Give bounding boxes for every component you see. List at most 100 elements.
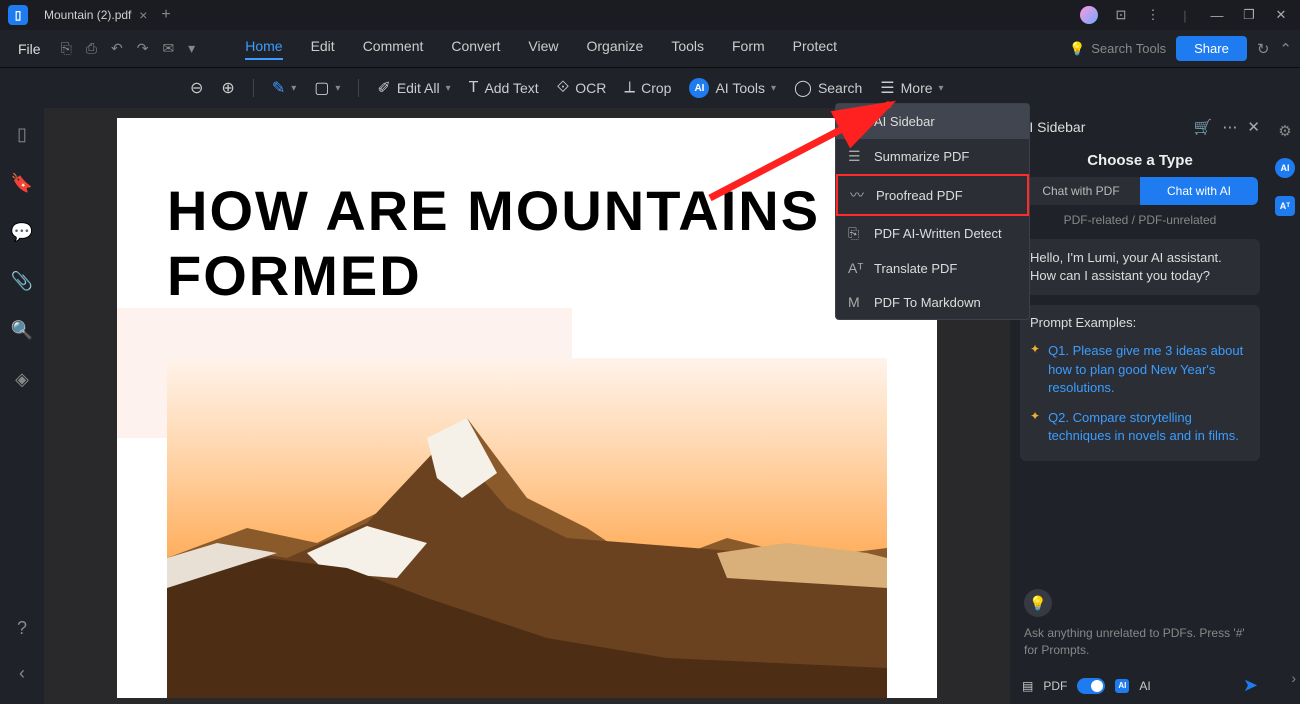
markdown-icon: M: [848, 294, 864, 310]
page-heading: HOW ARE MOUNTAINS FORMED: [167, 178, 887, 308]
tab-title: Mountain (2).pdf: [44, 8, 131, 22]
chat-type-tabs: Chat with PDF Chat with AI: [1022, 177, 1258, 205]
close-panel-icon[interactable]: ✕: [1247, 118, 1260, 136]
menu-form[interactable]: Form: [732, 38, 765, 60]
menu-view[interactable]: View: [528, 38, 558, 60]
app-icon: ▯: [8, 5, 28, 25]
ai-tools-dropdown: ✓AI Sidebar ☰Summarize PDF 〰Proofread PD…: [835, 103, 1030, 320]
pdf-toggle[interactable]: [1077, 678, 1105, 694]
detect-icon: ⎘: [848, 225, 864, 242]
related-hint: PDF-related / PDF-unrelated: [1010, 205, 1270, 235]
dropdown-qa-icon[interactable]: ▾: [188, 40, 195, 57]
collapse-left-icon[interactable]: ‹: [19, 663, 25, 684]
choose-type-label: Choose a Type: [1010, 142, 1270, 177]
print-icon[interactable]: ⎙: [86, 40, 97, 57]
close-window-button[interactable]: ✕: [1272, 7, 1290, 23]
menu-comment[interactable]: Comment: [363, 38, 424, 60]
prompt-link-2[interactable]: Q2. Compare storytelling techniques in n…: [1048, 409, 1250, 445]
edit-all-button[interactable]: ✐Edit All▾: [377, 78, 450, 98]
prompt-link-1[interactable]: Q1. Please give me 3 ideas about how to …: [1048, 342, 1250, 397]
sliders-icon[interactable]: ⚙: [1278, 122, 1291, 140]
pdf-indicator-icon: ▤: [1022, 679, 1033, 693]
dd-markdown[interactable]: MPDF To Markdown: [836, 285, 1029, 319]
menu-home[interactable]: Home: [245, 38, 282, 60]
attachment-icon[interactable]: 📎: [11, 271, 33, 292]
redo-icon[interactable]: ↷: [137, 40, 149, 57]
crop-button[interactable]: ⟂Crop: [624, 79, 671, 97]
menu-organize[interactable]: Organize: [587, 38, 644, 60]
summarize-icon: ☰: [848, 148, 864, 165]
help-icon[interactable]: ?: [17, 618, 27, 639]
share-button[interactable]: Share: [1176, 36, 1247, 61]
menu-protect[interactable]: Protect: [793, 38, 837, 60]
kebab-icon[interactable]: ⋮: [1144, 7, 1162, 23]
menu-tools[interactable]: Tools: [671, 38, 704, 60]
main-menu: Home Edit Comment Convert View Organize …: [245, 38, 837, 60]
message-icon[interactable]: ⊡: [1112, 7, 1130, 23]
sparkle-icon: ✦: [1030, 409, 1040, 445]
check-icon: ✓: [848, 113, 864, 130]
mail-icon[interactable]: ✉: [162, 40, 174, 57]
thumbnail-icon[interactable]: ▯: [17, 124, 27, 145]
layers-icon[interactable]: ◈: [15, 369, 29, 390]
assistant-message: Hello, I'm Lumi, your AI assistant. How …: [1020, 239, 1260, 295]
minimize-button[interactable]: —: [1208, 8, 1226, 23]
ai-tools-button[interactable]: AIAI Tools▾: [689, 78, 776, 98]
menu-edit[interactable]: Edit: [311, 38, 335, 60]
menubar: File ⎘ ⎙ ↶ ↷ ✉ ▾ Home Edit Comment Conve…: [0, 30, 1300, 68]
shape-tool[interactable]: ▢▾: [314, 78, 340, 98]
document-tab[interactable]: Mountain (2).pdf ×: [36, 0, 151, 30]
pdf-label: PDF: [1043, 679, 1067, 693]
titlebar: ▯ Mountain (2).pdf × + ⊡ ⋮ | — ❐ ✕: [0, 0, 1300, 30]
collapse-icon[interactable]: ⌃: [1279, 40, 1292, 58]
zoom-out-button[interactable]: ⊖: [190, 78, 203, 98]
zoom-in-button[interactable]: ⊕: [221, 78, 234, 98]
tab-chat-ai[interactable]: Chat with AI: [1140, 177, 1258, 205]
sync-icon[interactable]: ↻: [1257, 40, 1270, 58]
comments-icon[interactable]: 💬: [11, 222, 33, 243]
sparkle-icon: ✦: [1030, 342, 1040, 397]
left-sidebar: ▯ 🔖 💬 📎 🔍 ◈ ? ‹: [0, 108, 44, 704]
ai-panel-title: AI Sidebar: [1020, 119, 1184, 135]
ai-rail-button[interactable]: AI: [1275, 158, 1295, 178]
expand-right-icon[interactable]: ›: [1291, 670, 1296, 686]
toolbar: ⊖ ⊕ ✎▾ ▢▾ ✐Edit All▾ TAdd Text ⟐OCR ⟂Cro…: [0, 68, 1300, 108]
ai-sidebar-panel: AI Sidebar 🛒 ⋯ ✕ Choose a Type Chat with…: [1010, 108, 1270, 704]
add-text-button[interactable]: TAdd Text: [469, 79, 539, 97]
ai-footer: ▤ PDF AI AI ➤: [1010, 667, 1270, 704]
more-button[interactable]: ☰More▾: [880, 78, 943, 98]
open-icon[interactable]: ⎘: [61, 40, 72, 57]
send-button[interactable]: ➤: [1243, 675, 1258, 696]
mountain-image: [167, 358, 887, 698]
translate-rail-button[interactable]: Aᵀ: [1275, 196, 1295, 216]
dd-translate[interactable]: AᵀTranslate PDF: [836, 251, 1029, 285]
cart-icon[interactable]: 🛒: [1194, 118, 1213, 136]
avatar[interactable]: [1080, 6, 1098, 24]
dd-ai-sidebar[interactable]: ✓AI Sidebar: [836, 104, 1029, 139]
ai-label: AI: [1139, 679, 1150, 693]
hint-bulb-icon[interactable]: 💡: [1024, 589, 1052, 617]
prompt-examples: Prompt Examples: ✦ Q1. Please give me 3 …: [1020, 305, 1260, 461]
translate-icon: Aᵀ: [848, 260, 864, 276]
more-options-icon[interactable]: ⋯: [1222, 118, 1237, 136]
dd-ai-detect[interactable]: ⎘PDF AI-Written Detect: [836, 216, 1029, 251]
highlight-tool[interactable]: ✎▾: [272, 78, 296, 98]
dd-summarize[interactable]: ☰Summarize PDF: [836, 139, 1029, 174]
file-menu[interactable]: File: [8, 41, 51, 57]
search-tools[interactable]: 💡 Search Tools: [1069, 41, 1166, 57]
proofread-icon: 〰: [850, 185, 866, 205]
search-button[interactable]: ◯Search: [794, 78, 862, 98]
undo-icon[interactable]: ↶: [111, 40, 123, 57]
new-tab-button[interactable]: +: [151, 6, 180, 24]
menu-convert[interactable]: Convert: [451, 38, 500, 60]
right-rail: ⚙ AI Aᵀ ›: [1270, 108, 1300, 704]
bookmark-icon[interactable]: 🔖: [11, 173, 33, 194]
close-tab-icon[interactable]: ×: [139, 7, 147, 23]
tab-chat-pdf[interactable]: Chat with PDF: [1022, 177, 1140, 205]
dd-proofread[interactable]: 〰Proofread PDF: [836, 174, 1029, 216]
search-panel-icon[interactable]: 🔍: [11, 320, 33, 341]
pdf-page: HOW ARE MOUNTAINS FORMED: [117, 118, 937, 698]
ask-placeholder[interactable]: Ask anything unrelated to PDFs. Press '#…: [1010, 617, 1270, 667]
maximize-button[interactable]: ❐: [1240, 7, 1258, 23]
ocr-button[interactable]: ⟐OCR: [557, 79, 607, 97]
